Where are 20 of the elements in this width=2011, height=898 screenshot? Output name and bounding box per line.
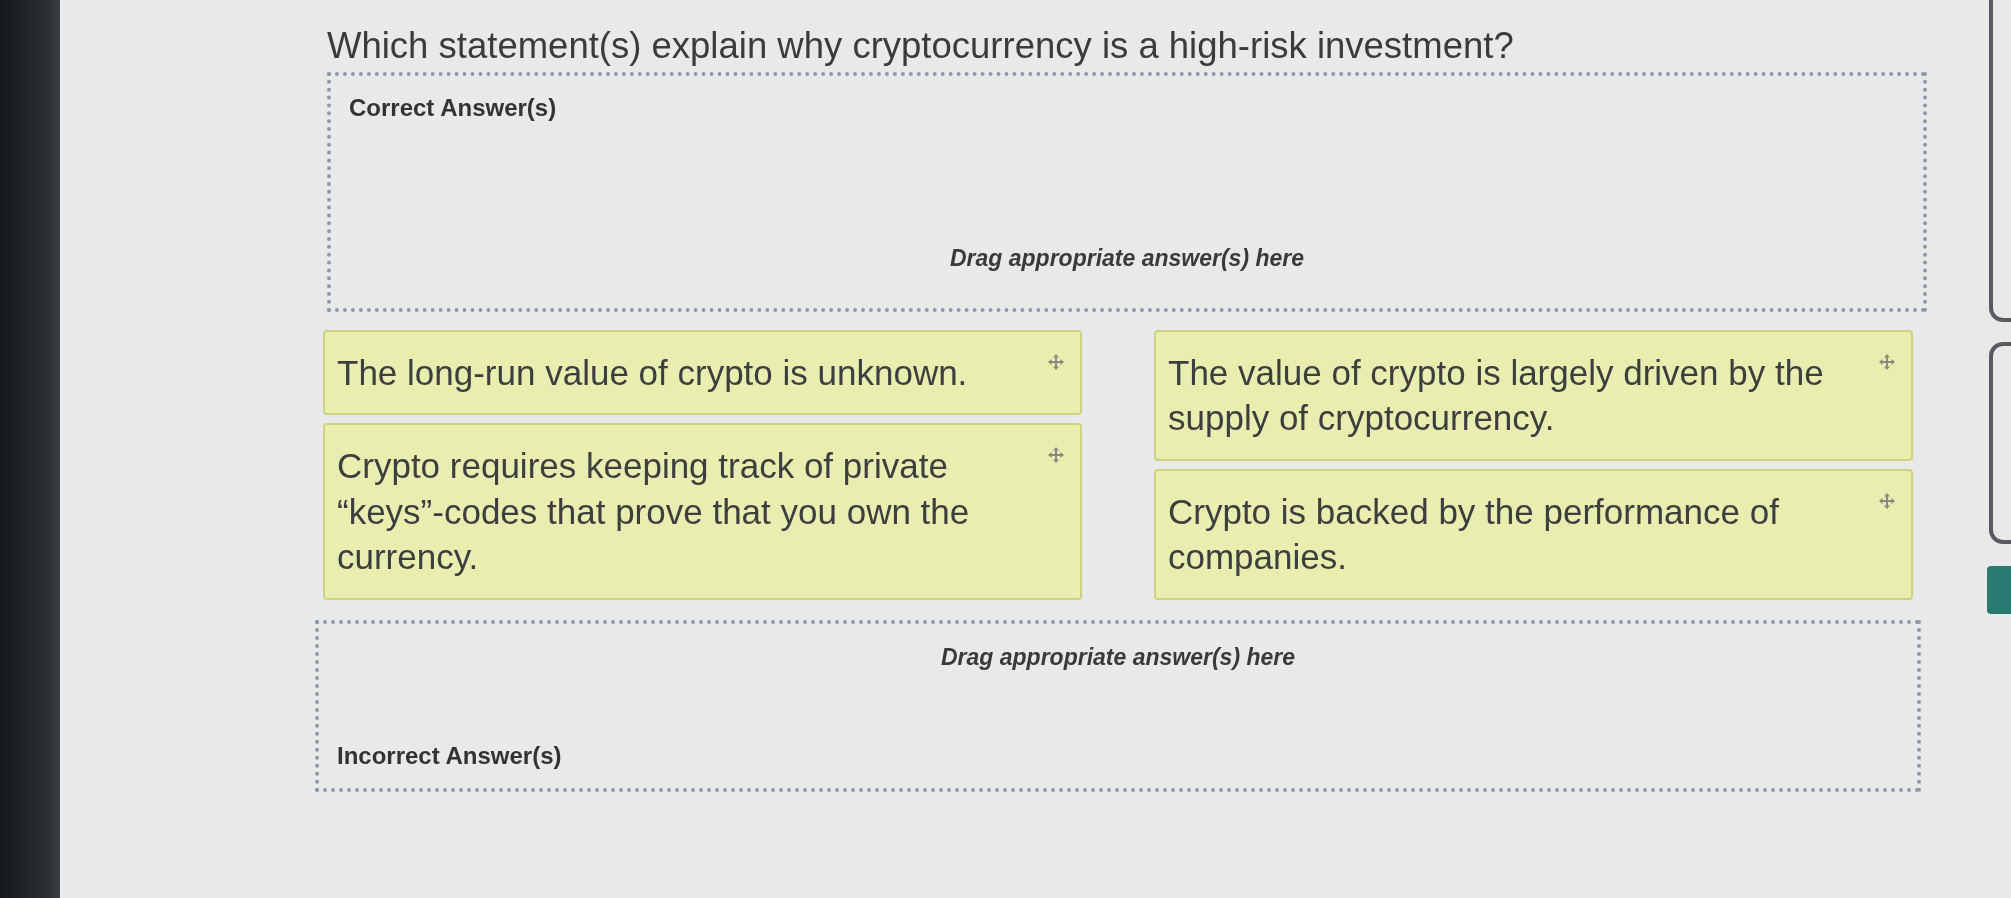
move-icon <box>1879 353 1895 370</box>
answer-text: The long-run value of crypto is unknown. <box>337 351 969 394</box>
answer-card[interactable]: Crypto is backed by the performance of companies. <box>1154 468 1913 600</box>
answer-text: Crypto is backed by the performance of companies. <box>1168 490 1780 579</box>
side-tab[interactable] <box>1987 566 2011 614</box>
question-text: Which statement(s) explain why cryptocurrency is a high-risk investment? <box>327 24 1514 68</box>
drop-hint: Drag appropriate answer(s) here <box>940 642 1296 672</box>
drop-zone[interactable]: Drag appropriate answer(s) here Incorrect Answer(s) <box>315 619 1921 792</box>
drop-hint: Drag appropriate answer(s) here <box>949 244 1305 274</box>
zone-title: Correct Answer(s) <box>349 92 557 123</box>
move-icon <box>1879 492 1895 509</box>
answer-text: Crypto requires keeping track of private “keys”-codes that prove that you own the currency. <box>337 445 971 579</box>
answer-card[interactable]: The long-run value of crypto is unknown. <box>323 329 1082 416</box>
zone-title: Incorrect Answer(s) <box>337 740 562 771</box>
answer-card[interactable]: The value of crypto is largely driven by the supply of cryptocurrency. <box>1154 329 1913 461</box>
answer-card[interactable]: Crypto requires keeping track of private “keys”-codes that prove that you own the currency. <box>323 423 1082 600</box>
drop-zone[interactable]: Correct Answer(s) Drag appropriate answer(s) here <box>327 71 1927 312</box>
answer-text: The value of crypto is largely driven by the supply of cryptocurrency. <box>1168 351 1825 440</box>
move-icon <box>1048 447 1064 464</box>
move-icon <box>1048 353 1064 370</box>
